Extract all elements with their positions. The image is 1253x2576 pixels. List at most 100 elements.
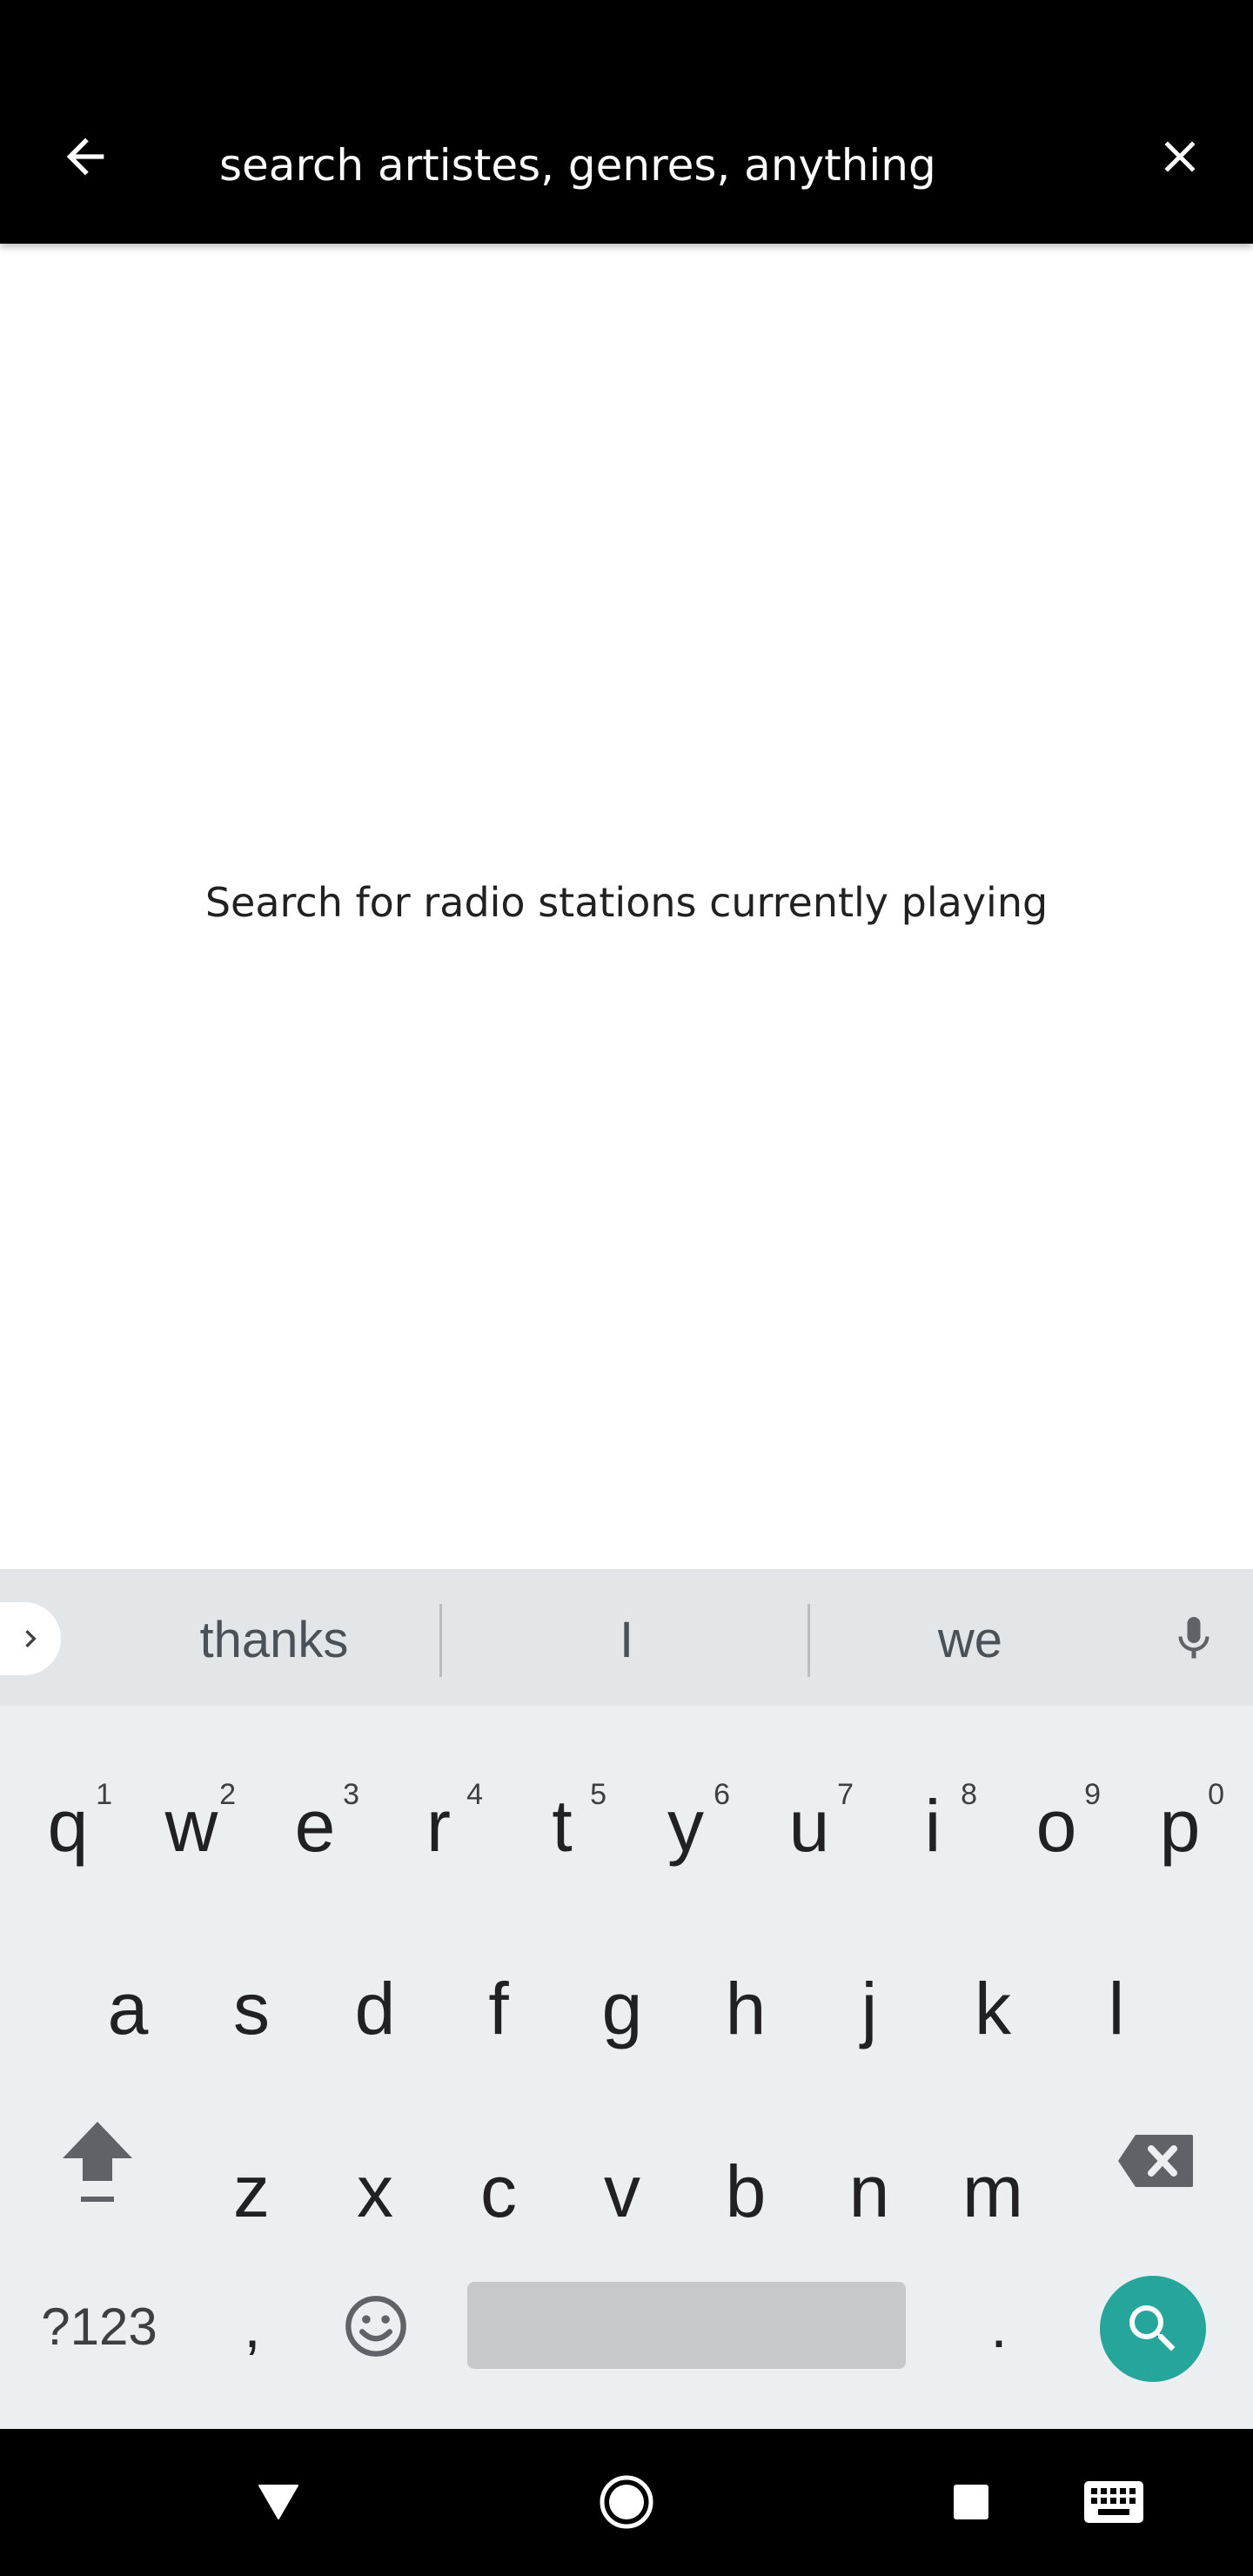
period-key[interactable]: . [947, 2274, 1051, 2378]
expand-suggestions-button[interactable] [0, 1602, 61, 1675]
key-i[interactable]: 8i [876, 1743, 989, 1900]
key-label: i [924, 1784, 941, 1867]
search-toolbar [0, 0, 1253, 244]
shift-key[interactable] [45, 2100, 150, 2222]
key-label: z [233, 2150, 270, 2232]
backspace-key[interactable] [1103, 2100, 1208, 2222]
suggestion-divider [439, 1604, 442, 1677]
key-label: f [488, 1967, 509, 2049]
key-label: y [667, 1784, 704, 1867]
key-label: k [975, 1967, 1011, 2049]
keyboard-icon [1084, 2481, 1143, 2523]
search-input[interactable] [219, 131, 1089, 200]
nav-back-button[interactable] [235, 2459, 322, 2546]
key-label: e [294, 1784, 336, 1867]
clear-search-button[interactable] [1143, 120, 1216, 193]
key-x[interactable]: x [318, 2109, 432, 2265]
nav-recents-square-icon [954, 2485, 988, 2519]
suggestion-item[interactable]: we [814, 1604, 1127, 1677]
key-p[interactable]: 0p [1123, 1743, 1236, 1900]
key-label: q [47, 1784, 89, 1867]
key-label: d [354, 1967, 396, 2049]
suggestion-divider [807, 1604, 810, 1677]
key-z[interactable]: z [195, 2109, 308, 2265]
suggestion-item[interactable]: I [444, 1604, 809, 1677]
key-label: l [1108, 1967, 1125, 2049]
soft-keyboard: thanks I we 1q 2w 3e 4r 5t 6y 7u 8i 9o 0… [0, 1569, 1253, 2429]
key-u[interactable]: 7u [753, 1743, 866, 1900]
key-n[interactable]: n [813, 2109, 926, 2265]
system-navigation-bar [0, 2429, 1253, 2576]
key-b[interactable]: b [689, 2109, 802, 2265]
key-j[interactable]: j [813, 1926, 926, 2083]
key-label: n [848, 2150, 890, 2232]
key-w[interactable]: 2w [135, 1743, 248, 1900]
voice-input-button[interactable] [1157, 1602, 1230, 1675]
key-s[interactable]: s [195, 1926, 308, 2083]
shift-icon [63, 2122, 132, 2202]
key-label: u [788, 1784, 830, 1867]
key-hint: 6 [714, 1778, 730, 1811]
key-hint: 8 [961, 1778, 977, 1811]
empty-state-message: Search for radio stations currently play… [204, 879, 1049, 926]
key-q[interactable]: 1q [11, 1743, 124, 1900]
key-hint: 2 [219, 1778, 236, 1811]
key-e[interactable]: 3e [258, 1743, 372, 1900]
key-d[interactable]: d [318, 1926, 432, 2083]
space-key[interactable] [467, 2282, 906, 2369]
emoji-icon [345, 2296, 406, 2357]
key-label: x [357, 2150, 393, 2232]
key-hint: 3 [343, 1778, 359, 1811]
nav-recents-button[interactable] [928, 2459, 1015, 2546]
microphone-icon [1178, 1617, 1209, 1659]
key-v[interactable]: v [566, 2109, 679, 2265]
back-button[interactable] [49, 120, 122, 193]
key-label: w [164, 1784, 218, 1867]
key-h[interactable]: h [689, 1926, 802, 2083]
suggestion-strip: thanks I we [0, 1569, 1253, 1706]
key-label: m [962, 2150, 1023, 2232]
nav-home-circle-icon [600, 2475, 653, 2529]
key-hint: 5 [590, 1778, 606, 1811]
nav-back-triangle-icon [258, 2485, 298, 2519]
symbols-key[interactable]: ?123 [21, 2274, 178, 2378]
key-l[interactable]: l [1060, 1926, 1173, 2083]
key-hint: 1 [96, 1778, 112, 1811]
key-label: b [725, 2150, 767, 2232]
key-r[interactable]: 4r [382, 1743, 495, 1900]
close-icon [1164, 141, 1196, 172]
key-label: r [426, 1784, 451, 1867]
key-m[interactable]: m [936, 2109, 1049, 2265]
key-label: s [233, 1967, 270, 2049]
chevron-right-icon [25, 1630, 37, 1647]
backspace-icon [1118, 2135, 1193, 2187]
key-hint: 9 [1084, 1778, 1101, 1811]
key-label: c [480, 2150, 517, 2232]
search-icon [1129, 2305, 1176, 2351]
search-action-key[interactable] [1100, 2276, 1206, 2382]
key-g[interactable]: g [566, 1926, 679, 2083]
arrow-back-icon [66, 138, 104, 176]
key-hint: 0 [1208, 1778, 1224, 1811]
key-label: v [604, 2150, 640, 2232]
key-k[interactable]: k [936, 1926, 1049, 2083]
key-label: h [725, 1967, 767, 2049]
key-y[interactable]: 6y [629, 1743, 742, 1900]
nav-home-button[interactable] [583, 2459, 670, 2546]
key-c[interactable]: c [442, 2109, 555, 2265]
key-label: t [552, 1784, 573, 1867]
emoji-key[interactable] [324, 2274, 428, 2378]
key-t[interactable]: 5t [506, 1743, 619, 1900]
keyboard-switch-button[interactable] [1070, 2459, 1157, 2546]
key-label: j [861, 1967, 878, 2049]
key-hint: 7 [837, 1778, 854, 1811]
key-f[interactable]: f [442, 1926, 555, 2083]
key-label: p [1159, 1784, 1201, 1867]
key-a[interactable]: a [71, 1926, 184, 2083]
suggestion-item[interactable]: thanks [104, 1604, 444, 1677]
key-o[interactable]: 9o [1000, 1743, 1113, 1900]
key-label: g [601, 1967, 643, 2049]
key-label: a [107, 1967, 149, 2049]
comma-key[interactable]: , [200, 2274, 305, 2378]
key-hint: 4 [466, 1778, 483, 1811]
